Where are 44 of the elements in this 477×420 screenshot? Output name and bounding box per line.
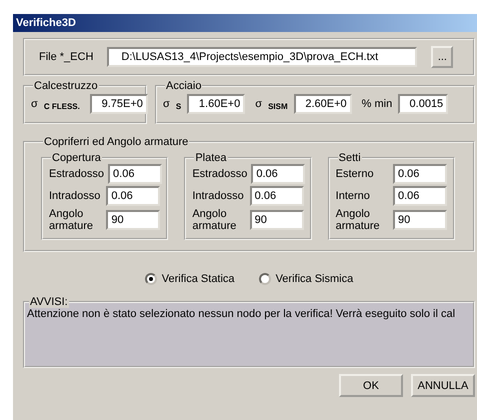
field-label: σ $_{C FLESS.}$	[31, 98, 80, 110]
cancel-button[interactable]: ANNULLA	[411, 374, 475, 397]
group-title: Copriferri ed Angolo armature	[43, 136, 190, 148]
value-field[interactable]: 0.06	[250, 186, 304, 206]
field-label: Angolo armature	[336, 208, 381, 232]
browse-button[interactable]: ...	[431, 46, 454, 68]
field-label: Estradosso	[192, 168, 248, 180]
window-title: Verifiche3D	[13, 14, 477, 32]
value-field[interactable]: 1.60E+0	[187, 94, 246, 114]
value-field[interactable]: 0.06	[108, 164, 162, 184]
field-label: Intradosso	[192, 190, 245, 202]
file-label: File *_ECH	[39, 51, 94, 63]
radio-icon[interactable]	[258, 273, 271, 285]
value-field[interactable]: 2.60E+0	[294, 94, 352, 114]
group-title: Acciaio	[165, 80, 202, 92]
field-label: σ $_{SISM}$	[255, 98, 288, 110]
value-field[interactable]: 90	[250, 210, 304, 230]
group-title: Setti	[338, 152, 362, 164]
field-label: % min	[362, 98, 392, 110]
warning-message: Attenzione non è stato selezionato nessun nodo per la verifica! Verrà eseguito solo il cal	[27, 308, 456, 320]
group-title: Copertura	[51, 152, 102, 164]
field-label: Interno	[336, 190, 371, 202]
group-title: Platea	[194, 152, 228, 164]
field-label: Angolo armature	[49, 208, 94, 232]
value-field[interactable]: 9.75E+0	[90, 94, 148, 114]
value-field[interactable]: 0.06	[392, 186, 447, 206]
value-field[interactable]: 0.0015	[398, 94, 448, 114]
value-field[interactable]: 90	[392, 210, 447, 230]
radio-option[interactable]: Verifica Statica	[144, 273, 235, 285]
ok-button[interactable]: OK	[339, 374, 403, 397]
value-field[interactable]: 0.06	[251, 164, 306, 184]
group-title: Calcestruzzo	[33, 80, 99, 92]
field-label: Angolo armature	[192, 208, 238, 232]
field-label: Intradosso	[49, 190, 102, 202]
field-label: Estradosso	[49, 168, 104, 180]
radio-icon[interactable]	[144, 273, 157, 285]
radio-option[interactable]: Verifica Sismica	[258, 273, 354, 285]
group-title: AVVISI:	[29, 296, 69, 308]
value-field[interactable]: 90	[106, 210, 160, 230]
value-field[interactable]: 0.06	[106, 186, 160, 206]
field-label: σ $_{S}$	[163, 98, 182, 110]
value-field[interactable]: 0.06	[392, 164, 447, 184]
field-label: Esterno	[336, 168, 375, 180]
file-path-field[interactable]: D:\LUSAS13_4\Projects\esempio_3D\prova_ECH.txt	[107, 47, 418, 67]
